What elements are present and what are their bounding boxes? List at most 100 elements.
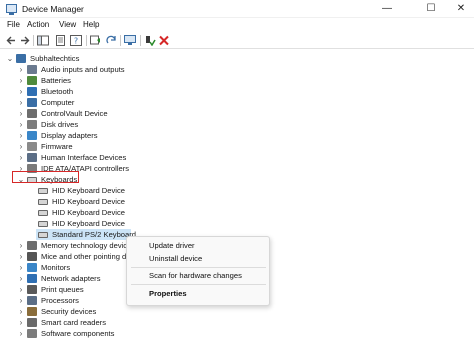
tree-item-label: Display adapters <box>41 131 98 140</box>
tree-category[interactable]: › Bluetooth <box>0 86 474 97</box>
tree-item-label: Security devices <box>41 307 97 316</box>
show-hide-tree-icon[interactable] <box>37 35 49 46</box>
context-menu-separator <box>131 267 266 268</box>
chevron-right-icon[interactable]: › <box>17 152 25 163</box>
chevron-right-icon[interactable]: › <box>17 284 25 295</box>
chevron-right-icon[interactable]: › <box>17 75 25 86</box>
device-category-icon <box>27 87 37 96</box>
chevron-right-icon[interactable]: › <box>17 108 25 119</box>
title-bar: Device Manager — ☐ ✕ <box>0 0 474 18</box>
tree-device[interactable]: HID Keyboard Device <box>0 218 474 229</box>
keyboard-icon <box>38 210 48 216</box>
tree-category[interactable]: › Smart card readers <box>0 317 474 328</box>
tree-item-label: Disk drives <box>41 120 79 129</box>
device-category-icon <box>27 109 37 118</box>
chevron-right-icon[interactable]: › <box>17 251 25 262</box>
device-category-icon <box>27 274 37 283</box>
chevron-right-icon[interactable]: › <box>17 295 25 306</box>
tree-item-label: Processors <box>41 296 79 305</box>
device-category-icon <box>27 120 37 129</box>
tree-device[interactable]: HID Keyboard Device <box>0 185 474 196</box>
tree-item-label: Bluetooth <box>41 87 74 96</box>
update-driver-menu-item[interactable]: Update driver <box>149 241 195 250</box>
svg-text:?: ? <box>74 37 78 46</box>
menu-file[interactable]: File <box>7 20 20 29</box>
minimize-button[interactable]: — <box>378 2 396 16</box>
context-menu-separator <box>131 284 266 285</box>
tree-category[interactable]: › Software components <box>0 328 474 339</box>
tree-category[interactable]: › Security devices <box>0 306 474 317</box>
back-arrow-icon[interactable] <box>5 35 17 46</box>
chevron-right-icon[interactable]: › <box>17 273 25 284</box>
tree-category[interactable]: › Firmware <box>0 141 474 152</box>
tree-category[interactable]: › Display adapters <box>0 130 474 141</box>
keyboard-icon <box>38 232 48 238</box>
tree-root[interactable]: ⌄ Subhaltechtics <box>0 53 474 64</box>
device-category-icon <box>27 318 37 327</box>
tree-category[interactable]: › Disk drives <box>0 119 474 130</box>
device-category-icon <box>27 131 37 140</box>
maximize-button[interactable]: ☐ <box>422 2 440 16</box>
device-category-icon <box>27 76 37 85</box>
chevron-right-icon[interactable]: › <box>17 64 25 75</box>
tree-item-label: HID Keyboard Device <box>52 208 126 217</box>
tree-item-label: Batteries <box>41 76 71 85</box>
device-category-icon <box>27 263 37 272</box>
tree-item-label: Subhaltechtics <box>30 54 80 63</box>
device-category-icon <box>27 65 37 74</box>
tree-category[interactable]: › Computer <box>0 97 474 108</box>
uninstall-device-menu-item[interactable]: Uninstall device <box>149 254 202 263</box>
chevron-right-icon[interactable]: › <box>17 130 25 141</box>
help-icon[interactable]: ? <box>70 35 82 46</box>
tree-item-label: HID Keyboard Device <box>52 219 126 228</box>
window-title: Device Manager <box>22 4 84 14</box>
keyboard-icon <box>38 221 48 227</box>
enable-device-icon[interactable] <box>144 35 156 46</box>
tree-category[interactable]: › Audio inputs and outputs <box>0 64 474 75</box>
properties-menu-item[interactable]: Properties <box>149 289 187 298</box>
chevron-right-icon[interactable]: › <box>17 317 25 328</box>
chevron-right-icon[interactable]: › <box>17 86 25 97</box>
tree-item-label: Network adapters <box>41 274 101 283</box>
forward-arrow-icon[interactable] <box>19 35 31 46</box>
device-category-icon <box>27 153 37 162</box>
tree-device[interactable]: HID Keyboard Device <box>0 196 474 207</box>
properties-icon[interactable] <box>55 35 67 46</box>
tree-category[interactable]: › ControlVault Device <box>0 108 474 119</box>
menu-view[interactable]: View <box>59 20 76 29</box>
update-driver-icon[interactable] <box>90 35 102 46</box>
computer-icon <box>16 54 26 63</box>
scan-hardware-icon[interactable] <box>106 35 118 46</box>
chevron-right-icon[interactable]: › <box>17 240 25 251</box>
tree-item-label: Software components <box>41 329 115 338</box>
chevron-right-icon[interactable]: › <box>17 119 25 130</box>
device-category-icon <box>27 329 37 338</box>
monitor-icon[interactable] <box>124 35 136 46</box>
close-button[interactable]: ✕ <box>452 2 470 16</box>
device-category-icon <box>27 241 37 250</box>
keyboard-icon <box>38 188 48 194</box>
tree-category[interactable]: › Human Interface Devices <box>0 152 474 163</box>
scan-hardware-menu-item[interactable]: Scan for hardware changes <box>149 271 242 280</box>
tree-item-label: ControlVault Device <box>41 109 108 118</box>
device-category-icon <box>27 142 37 151</box>
chevron-right-icon[interactable]: › <box>17 141 25 152</box>
chevron-right-icon[interactable]: › <box>17 97 25 108</box>
chevron-down-icon[interactable]: ⌄ <box>6 53 14 64</box>
toolbar: ? <box>0 32 474 49</box>
chevron-right-icon[interactable]: › <box>17 306 25 317</box>
chevron-right-icon[interactable]: › <box>17 262 25 273</box>
tree-item-label: HID Keyboard Device <box>52 197 126 206</box>
uninstall-icon[interactable] <box>158 35 170 46</box>
tree-item-label: Computer <box>41 98 75 107</box>
menu-help[interactable]: Help <box>83 20 99 29</box>
chevron-right-icon[interactable]: › <box>17 328 25 339</box>
device-category-icon <box>27 285 37 294</box>
device-category-icon <box>27 252 37 261</box>
device-manager-icon <box>6 4 17 15</box>
tree-device[interactable]: HID Keyboard Device <box>0 207 474 218</box>
tree-item-label: HID Keyboard Device <box>52 186 126 195</box>
menu-action[interactable]: Action <box>27 20 49 29</box>
menu-bar: File Action View Help <box>0 18 474 32</box>
tree-category[interactable]: › Batteries <box>0 75 474 86</box>
